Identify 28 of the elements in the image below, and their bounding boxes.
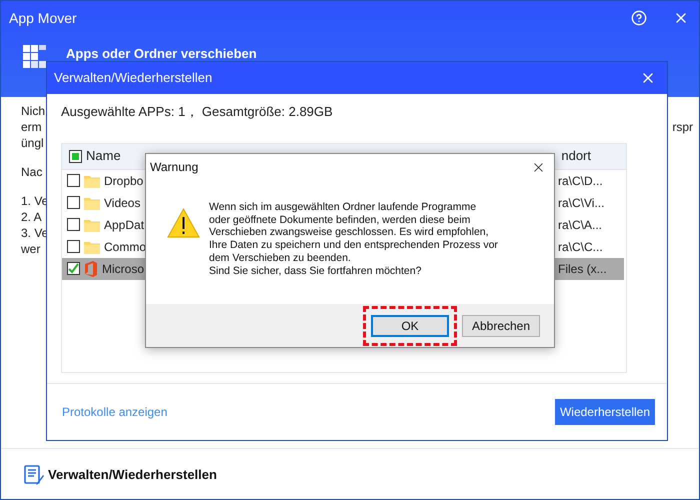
message-line: oder geöffnete Dokumente befinden, werden diese beim bbox=[209, 214, 472, 226]
message-line: Verschieben zwangsweise geschlossen. Es wird empfohlen, bbox=[209, 226, 490, 240]
message-line: dem Verschieben zu beenden. bbox=[209, 252, 352, 265]
table-cell-text: Microso bbox=[102, 260, 144, 278]
text-line: Nich bbox=[21, 103, 46, 119]
heading: Apps oder Ordner verschieben bbox=[66, 45, 257, 63]
summary-text: Ausgewählte APPs: 1， Gesamtgröße: 2.89GB bbox=[61, 103, 334, 121]
dialog-title: Verwalten/Wiederherstellen bbox=[54, 69, 212, 88]
window-title: App Mover bbox=[9, 8, 77, 28]
table-cell-text: AppDat bbox=[104, 216, 144, 234]
dialog-title: Warnung bbox=[150, 159, 198, 176]
table-cell-text: Videos bbox=[104, 194, 140, 212]
message-line: Sind Sie sicher, dass Sie fortfahren möchten? bbox=[209, 264, 422, 278]
text-line: wer bbox=[21, 241, 42, 257]
table-cell-text: Dropbo bbox=[104, 172, 144, 190]
text-line: rspr bbox=[672, 119, 693, 136]
text-line: Nac bbox=[21, 164, 44, 180]
message-line: Wenn sich im ausgewählten Ordner laufende Programme bbox=[209, 201, 478, 214]
text-line: üngl bbox=[21, 135, 45, 151]
table-cell-text: Files (x... bbox=[558, 260, 608, 278]
table-cell-text: ra\C\A... bbox=[558, 216, 604, 234]
text-line: erm bbox=[21, 119, 43, 135]
table-cell-text: ra\C\C... bbox=[558, 238, 604, 256]
table-cell-text: ra\C\Vi... bbox=[558, 194, 606, 212]
table-cell-text: Commo bbox=[104, 238, 146, 256]
message-line: Ihre Daten zu speichern und den entsprechenden Prozess vor bbox=[209, 239, 498, 252]
text-line: 2. A bbox=[21, 209, 43, 225]
table-cell-text: ra\C\D... bbox=[558, 172, 604, 190]
